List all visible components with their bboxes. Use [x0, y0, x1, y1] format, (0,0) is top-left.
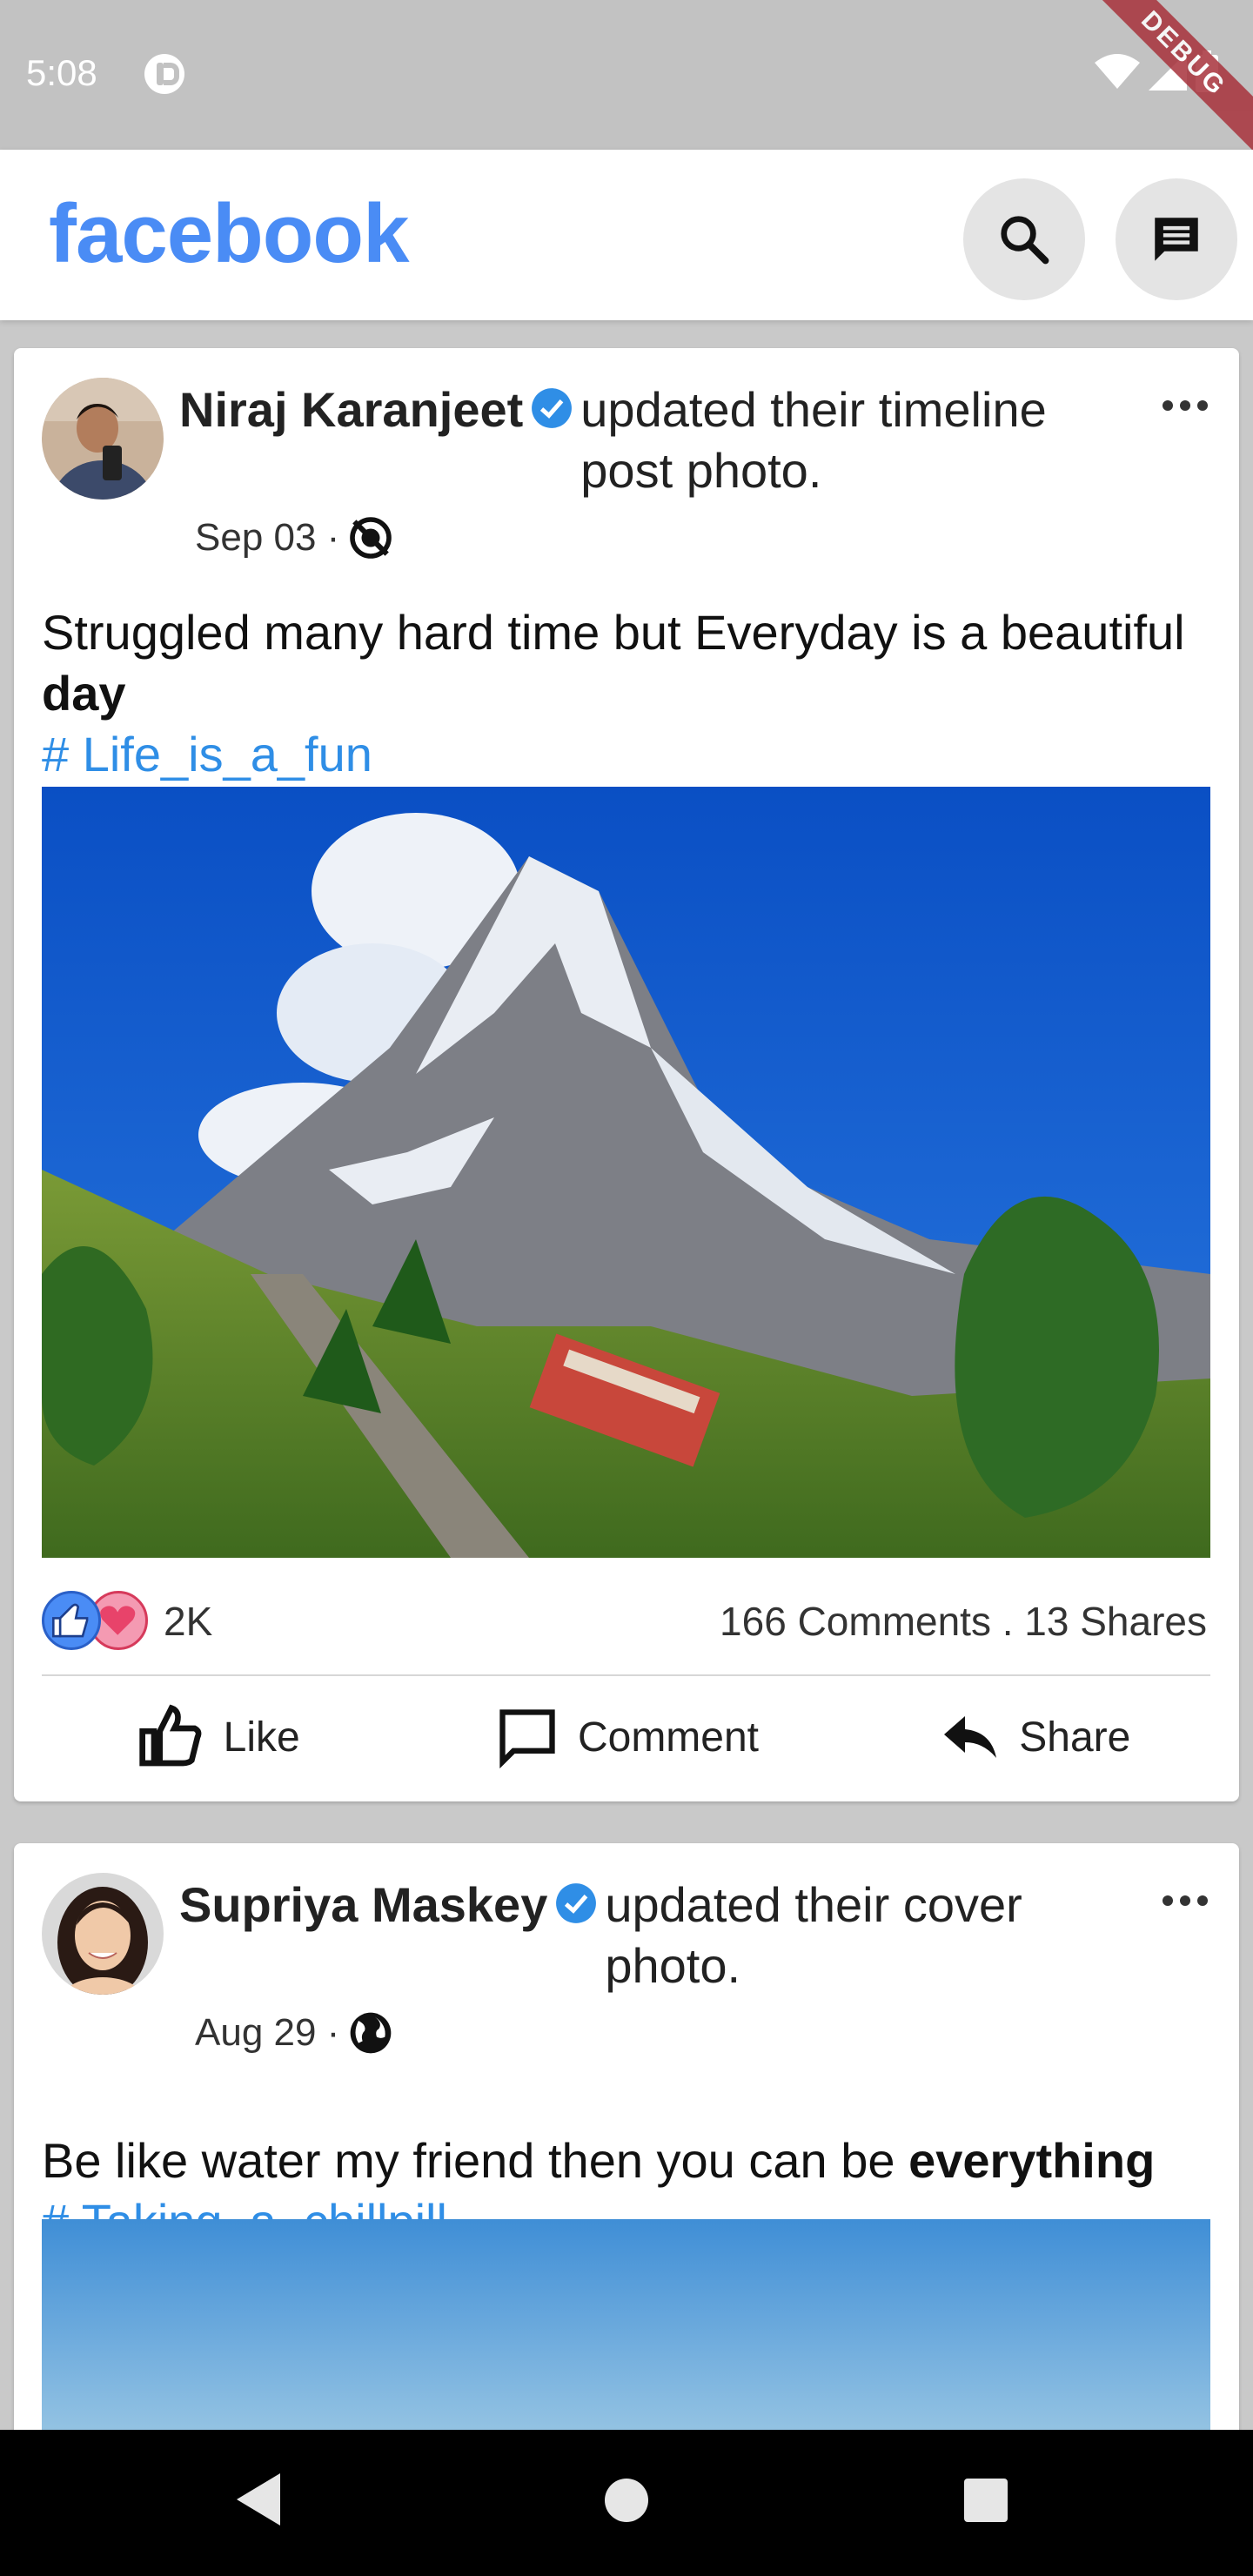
post-body: Be like water my friend then you can be [42, 2133, 909, 2188]
comment-share-counts[interactable]: 166 Comments . 13 Shares [720, 1598, 1207, 1645]
author-name[interactable]: Niraj Karanjeet [179, 382, 523, 437]
more-options-button[interactable] [1163, 1895, 1208, 1906]
brand-logo: facebook [49, 187, 409, 280]
like-label: Like [223, 1714, 300, 1761]
post-actions: Like Comment Share [14, 1676, 1239, 1798]
search-button[interactable] [963, 178, 1085, 300]
like-button[interactable]: Like [14, 1676, 422, 1798]
status-time: 5:08 [26, 52, 97, 93]
wifi-icon [1095, 54, 1140, 89]
post-photo[interactable] [42, 2219, 1210, 2452]
author-avatar[interactable] [42, 378, 164, 500]
like-reaction-icon [42, 1591, 101, 1650]
globe-icon [351, 2012, 392, 2054]
author-photo [42, 378, 164, 500]
reaction-count: 2K [164, 1599, 213, 1644]
search-icon [1001, 216, 1049, 265]
post-date: Aug 29 · [195, 2011, 340, 2054]
post-photo[interactable] [42, 787, 1210, 1558]
app-notification-icon [144, 54, 184, 94]
privacy-private-icon [350, 517, 392, 559]
share-button[interactable]: Share [831, 1676, 1239, 1798]
post-action-text: updated their cover photo. [605, 1877, 1022, 1993]
messenger-button[interactable] [1116, 178, 1237, 300]
comment-label: Comment [577, 1714, 760, 1761]
app-bar: facebook [0, 150, 1253, 320]
back-icon[interactable] [237, 2473, 280, 2526]
reaction-summary[interactable]: 2K 166 Comments . 13 Shares [42, 1586, 1210, 1655]
author-avatar[interactable] [42, 1873, 164, 1995]
verified-badge-icon [532, 388, 573, 428]
message-icon [1155, 218, 1198, 261]
post-card: Niraj Karanjeet updated their timeline po… [14, 348, 1239, 1801]
post-body-bold: everything [908, 2133, 1156, 2188]
post-date: Sep 03 · [195, 516, 340, 559]
post-meta: Sep 03 · [195, 513, 395, 562]
post-header: Niraj Karanjeet updated their timeline po… [179, 379, 1136, 501]
home-icon[interactable] [605, 2479, 648, 2522]
post-card: Supriya Maskey updated their cover photo.… [14, 1843, 1239, 2452]
mountain-photo [42, 787, 1210, 1558]
comment-button[interactable]: Comment [422, 1676, 830, 1798]
verified-badge-icon [556, 1883, 597, 1923]
author-photo [42, 1873, 164, 1995]
status-bar: 5:08 DEBUG [0, 0, 1253, 160]
share-icon [944, 1716, 997, 1758]
author-name[interactable]: Supriya Maskey [179, 1877, 547, 1932]
comment-icon [499, 1709, 555, 1769]
post-header: Supriya Maskey updated their cover photo. [179, 1875, 1136, 1996]
like-icon [138, 1704, 202, 1767]
recent-apps-icon[interactable] [964, 2479, 1008, 2522]
more-options-button[interactable] [1163, 400, 1208, 411]
share-label: Share [1019, 1714, 1131, 1761]
post-body: Struggled many hard time but Everyday is… [42, 605, 1185, 660]
system-nav-bar [0, 2430, 1253, 2576]
post-meta: Aug 29 · [195, 2009, 395, 2057]
hashtag-link[interactable]: # Life_is_a_fun [42, 727, 372, 782]
post-action-text: updated their timeline post photo. [580, 382, 1047, 498]
post-text: Struggled many hard time but Everyday is… [42, 602, 1216, 785]
post-body-bold: day [42, 666, 126, 721]
